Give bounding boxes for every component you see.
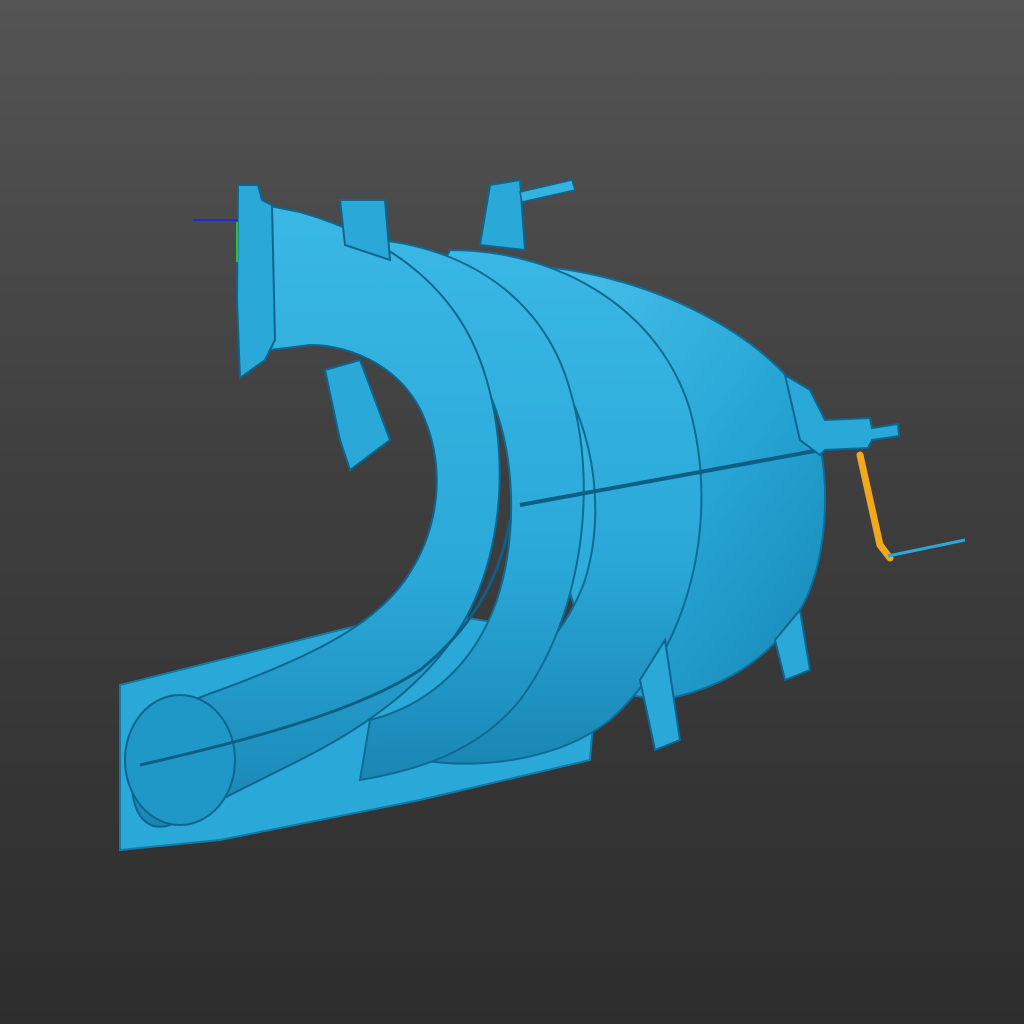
inlet-flange — [235, 184, 277, 380]
mounting-tab-2 — [478, 178, 527, 252]
selected-wire[interactable] — [856, 451, 894, 562]
3d-viewport[interactable] — [0, 0, 1024, 1024]
side-bracket — [323, 358, 392, 472]
model-canvas[interactable] — [0, 0, 1024, 1024]
wire-tail — [887, 538, 966, 558]
runner-end-cap — [124, 694, 236, 826]
stud-post — [519, 179, 576, 203]
